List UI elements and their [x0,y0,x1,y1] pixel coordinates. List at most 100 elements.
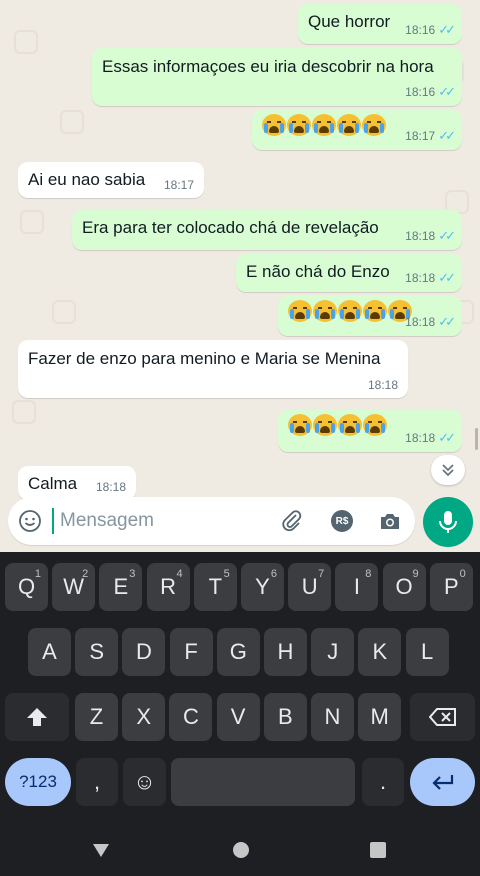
key-w[interactable]: W2 [52,563,96,611]
message-text: Essas informaçoes eu iria descobrir na h… [102,57,434,76]
emoji-row [288,300,412,322]
key-hint: 1 [34,568,41,580]
outgoing-message[interactable]: 18:18 ✓✓ [278,410,462,452]
key-d[interactable]: D [122,628,166,676]
outgoing-message[interactable]: 18:17 ✓✓ [252,110,462,150]
outgoing-message[interactable]: Era para ter colocado chá de revelação 18… [72,210,462,250]
loudly-crying-face-icon [262,114,286,136]
backspace-key[interactable] [410,693,475,741]
voice-message-button[interactable] [423,497,473,547]
loudly-crying-face-icon [288,300,312,322]
outgoing-message[interactable]: E não chá do Enzo 18:18 ✓✓ [236,254,462,292]
key-hint: 2 [82,568,89,580]
scrollbar-thumb[interactable] [475,428,478,450]
key-label: K [372,639,388,664]
scroll-to-bottom-button[interactable] [431,455,465,485]
symbols-key[interactable]: ?123 [5,758,71,806]
home-icon[interactable] [231,840,251,865]
system-navigation-bar [0,828,480,876]
key-c[interactable]: C [169,693,213,741]
backspace-icon [428,708,456,726]
key-l[interactable]: L [405,628,449,676]
message-meta: 18:18 [368,378,398,392]
loudly-crying-face-icon [338,414,362,436]
comma-key[interactable]: , [76,758,118,806]
attach-icon[interactable] [280,509,304,533]
key-x[interactable]: X [122,693,166,741]
key-label: U [301,574,318,599]
shift-icon [27,708,47,726]
key-label: ☺ [133,769,156,794]
key-v[interactable]: V [216,693,260,741]
loudly-crying-face-icon [312,114,336,136]
loudly-crying-face-icon [363,414,387,436]
message-input[interactable] [52,508,272,534]
message-text: Ai eu nao sabia [28,170,146,189]
key-b[interactable]: B [263,693,307,741]
space-bar[interactable] [171,758,355,806]
message-time: 18:16 [405,23,436,37]
key-label: M [370,704,389,729]
camera-icon[interactable] [378,509,402,533]
key-o[interactable]: O9 [382,563,426,611]
key-label: R [160,574,177,599]
key-label: T [208,574,223,599]
chat-area[interactable]: Que horror 18:16 ✓✓ Essas informaçoes eu ir… [0,0,480,552]
emoji-key[interactable]: ☺ [123,758,166,806]
key-r[interactable]: R4 [146,563,190,611]
emoji-row [262,114,386,136]
key-t[interactable]: T5 [193,563,237,611]
key-f[interactable]: F [169,628,213,676]
key-s[interactable]: S [75,628,119,676]
key-label: V [230,704,246,729]
enter-key[interactable] [410,758,475,806]
incoming-message[interactable]: Ai eu nao sabia 18:17 [18,162,204,198]
message-meta: 18:16 ✓✓ [405,22,456,38]
loudly-crying-face-icon [313,414,337,436]
loudly-crying-face-icon [338,300,362,322]
incoming-message[interactable]: Calma 18:18 [18,466,136,500]
key-label: D [135,639,152,664]
key-y[interactable]: Y6 [241,563,284,611]
key-hint: 3 [129,568,136,580]
payment-icon[interactable]: R$ [330,509,354,533]
read-receipt-icon: ✓✓ [438,128,456,143]
key-label: E [113,574,129,599]
incoming-message[interactable]: Fazer de enzo para menino e Maria se Men… [18,340,408,398]
key-hint: 0 [459,568,466,580]
key-k[interactable]: K [358,628,402,676]
key-j[interactable]: J [311,628,355,676]
shift-key[interactable] [5,693,69,741]
key-e[interactable]: E3 [99,563,143,611]
key-q[interactable]: Q1 [5,563,48,611]
recent-apps-icon[interactable] [368,840,388,865]
read-receipt-icon: ✓✓ [438,22,456,37]
key-label: N [324,704,341,729]
message-time: 18:17 [405,129,436,143]
message-meta: 18:18 ✓✓ [405,228,456,244]
key-a[interactable]: A [28,628,71,676]
message-meta: 18:18 ✓✓ [405,270,456,286]
key-p[interactable]: P0 [429,563,473,611]
key-u[interactable]: U7 [288,563,332,611]
key-label: Q [17,574,36,599]
outgoing-message[interactable]: Essas informaçoes eu iria descobrir na h… [92,48,462,106]
payment-label: R$ [335,515,349,527]
period-key[interactable]: . [362,758,404,806]
key-h[interactable]: H [264,628,307,676]
key-m[interactable]: M [358,693,402,741]
key-n[interactable]: N [311,693,354,741]
read-receipt-icon: ✓✓ [438,270,456,285]
emoji-icon[interactable] [18,509,42,533]
key-i[interactable]: I8 [335,563,379,611]
key-g[interactable]: G [216,628,260,676]
message-meta: 18:17 [164,178,194,192]
key-z[interactable]: Z [75,693,118,741]
outgoing-message[interactable]: Que horror 18:16 ✓✓ [298,4,462,44]
message-time: 18:18 [405,229,436,243]
key-label: A [42,639,57,664]
wallpaper-doodle [20,210,44,234]
outgoing-message[interactable]: 18:18 ✓✓ [278,296,462,336]
key-hint: 7 [318,568,325,580]
back-icon[interactable] [91,840,111,865]
